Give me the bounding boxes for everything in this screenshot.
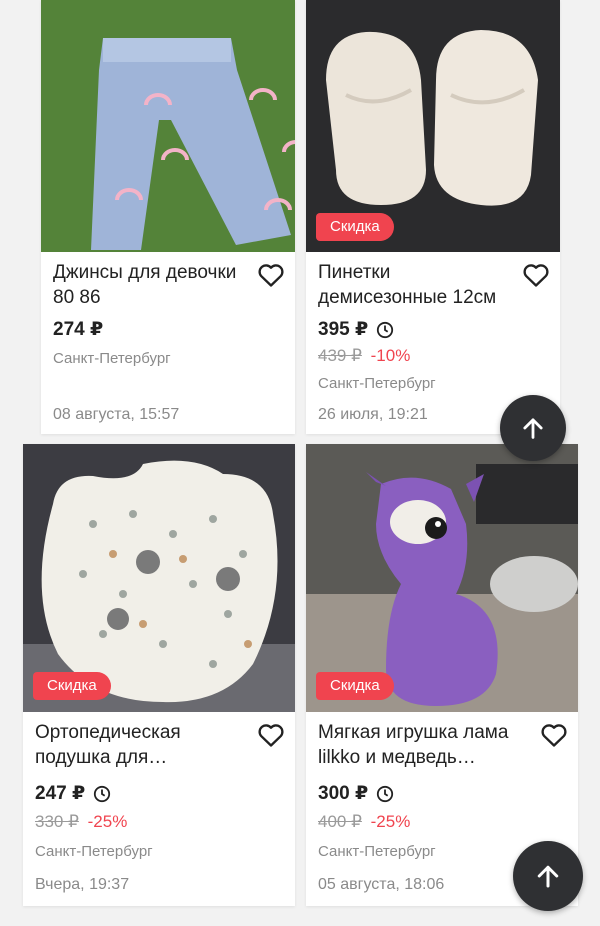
product-title[interactable]: Пинетки демисезонные 12см [318, 260, 512, 310]
old-price-row: 439 ₽ -10% [318, 346, 410, 366]
city: Санкт-Петербург [53, 350, 171, 367]
old-price-row: 330 ₽ -25% [35, 812, 127, 832]
clock-icon [377, 321, 394, 338]
date: 26 июля, 19:21 [318, 406, 428, 423]
discount-percent: -10% [370, 346, 411, 365]
clock-icon [377, 785, 394, 802]
product-card[interactable]: Скидка Мягкая игрушка лама lilkko и медв… [306, 444, 578, 906]
product-card[interactable]: Скидка Пинетки демисезонные 12см 395 ₽ 4… [306, 0, 560, 434]
price-row: 247 ₽ [35, 782, 111, 805]
product-title[interactable]: Ортопедическая подушка для… [35, 720, 247, 770]
price: 274 ₽ [53, 319, 104, 340]
product-card[interactable]: Джинсы для девочки 80 86 274 ₽ Санкт-Пет… [41, 0, 295, 434]
heart-icon[interactable] [540, 722, 568, 748]
discount-percent: -25% [87, 812, 128, 831]
discount-badge: Скидка [33, 672, 111, 700]
discount-badge: Скидка [316, 672, 394, 700]
product-title[interactable]: Мягкая игрушка лама lilkko и медведь… [318, 720, 530, 770]
heart-icon[interactable] [257, 722, 285, 748]
old-price: 400 ₽ [318, 812, 362, 831]
date: 08 августа, 15:57 [53, 406, 180, 423]
city: Санкт-Петербург [318, 375, 436, 392]
product-photo[interactable] [41, 0, 295, 252]
heart-icon[interactable] [522, 262, 550, 288]
clock-icon [94, 785, 111, 802]
scroll-top-button[interactable] [513, 841, 583, 911]
old-price: 439 ₽ [318, 346, 362, 365]
date: Вчера, 19:37 [35, 876, 130, 893]
date: 05 августа, 18:06 [318, 876, 445, 893]
arrow-up-icon [537, 865, 559, 888]
old-price: 330 ₽ [35, 812, 79, 831]
price-row: 300 ₽ [318, 782, 394, 805]
heart-icon[interactable] [257, 262, 285, 288]
discount-badge: Скидка [316, 213, 394, 241]
product-title[interactable]: Джинсы для девочки 80 86 [53, 260, 247, 310]
arrow-up-icon [523, 418, 543, 439]
price: 247 ₽ [35, 783, 86, 804]
product-card[interactable]: Скидка Ортопедическая подушка для… 247 ₽… [23, 444, 295, 906]
city: Санкт-Петербург [318, 843, 436, 860]
price: 395 ₽ [318, 319, 369, 340]
city: Санкт-Петербург [35, 843, 153, 860]
old-price-row: 400 ₽ -25% [318, 812, 410, 832]
discount-percent: -25% [370, 812, 411, 831]
price: 300 ₽ [318, 783, 369, 804]
price-row: 395 ₽ [318, 318, 394, 341]
scroll-top-button[interactable] [500, 395, 566, 461]
price-row: 274 ₽ [53, 318, 103, 341]
